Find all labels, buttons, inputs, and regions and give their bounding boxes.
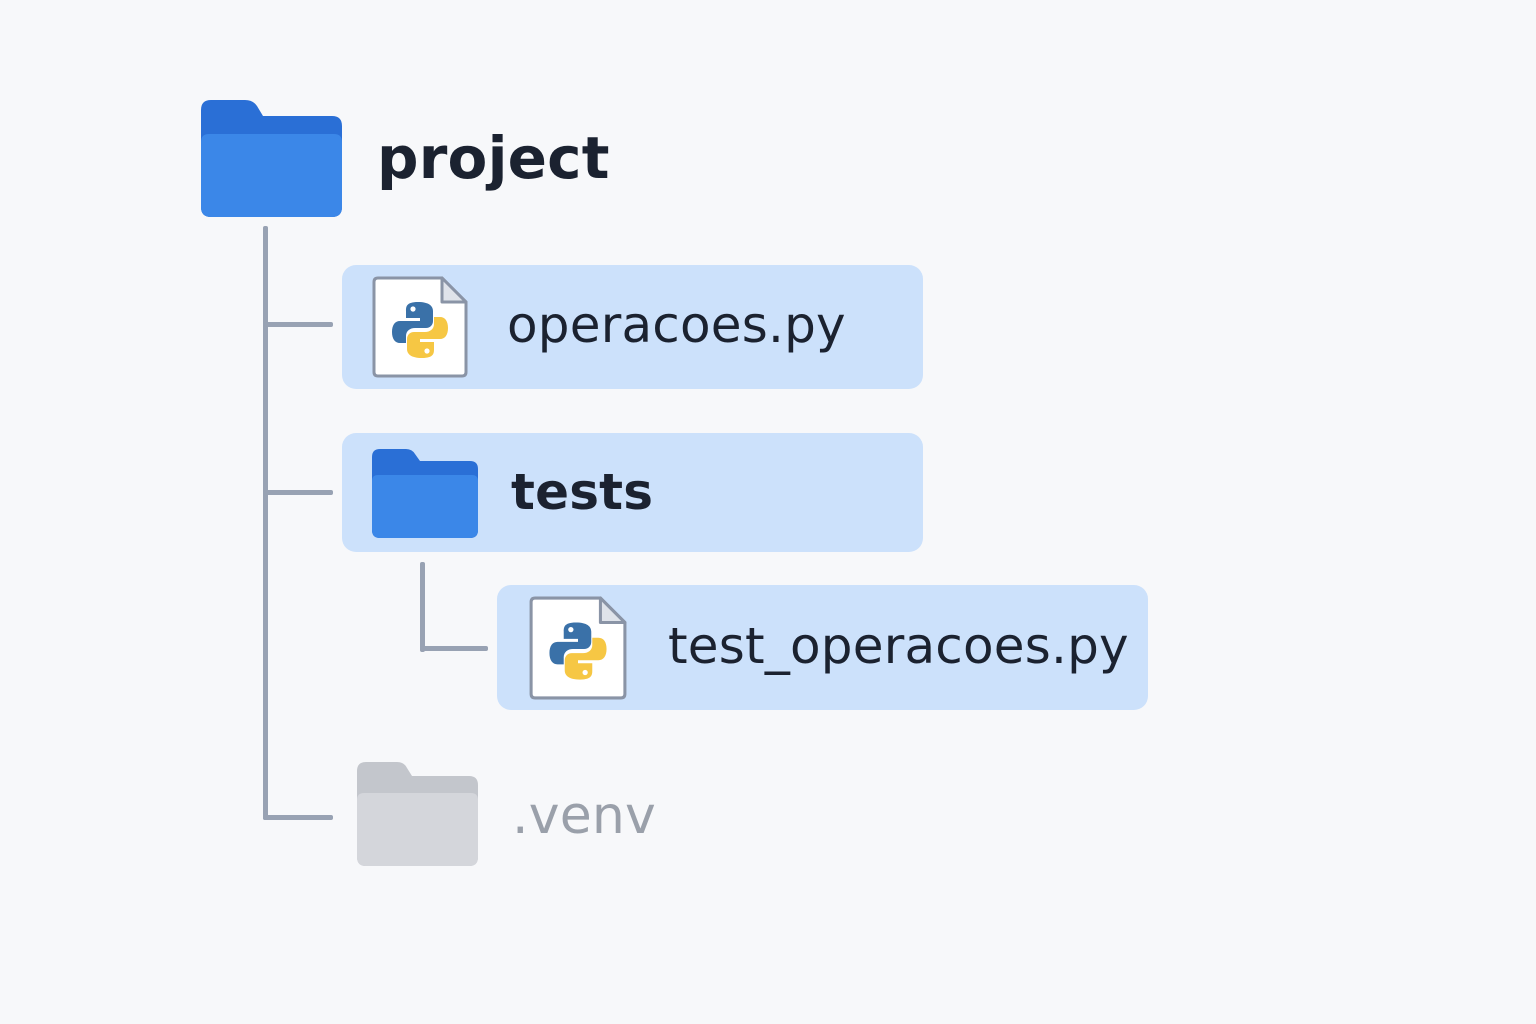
tests-folder-icon	[372, 449, 478, 538]
file-tree-diagram: project operacoes.py tests test_operacoe…	[0, 0, 1536, 1024]
branch-line-venv	[263, 815, 333, 820]
venv-label[interactable]: .venv	[512, 786, 656, 846]
operacoes-label[interactable]: operacoes.py	[507, 296, 846, 354]
branch-line-operacoes	[263, 322, 333, 327]
venv-folder-icon[interactable]	[357, 762, 478, 866]
branch-line-tests	[263, 490, 333, 495]
tests-label[interactable]: tests	[511, 463, 653, 521]
python-file-icon	[372, 276, 468, 378]
branch-line-test-operacoes	[420, 646, 488, 651]
python-file-icon	[529, 596, 627, 700]
project-folder-icon[interactable]	[201, 100, 342, 217]
tests-sub-trunk-line	[420, 562, 425, 652]
project-label[interactable]: project	[377, 124, 610, 192]
tree-trunk-line	[263, 226, 268, 820]
test-operacoes-label[interactable]: test_operacoes.py	[668, 617, 1129, 675]
